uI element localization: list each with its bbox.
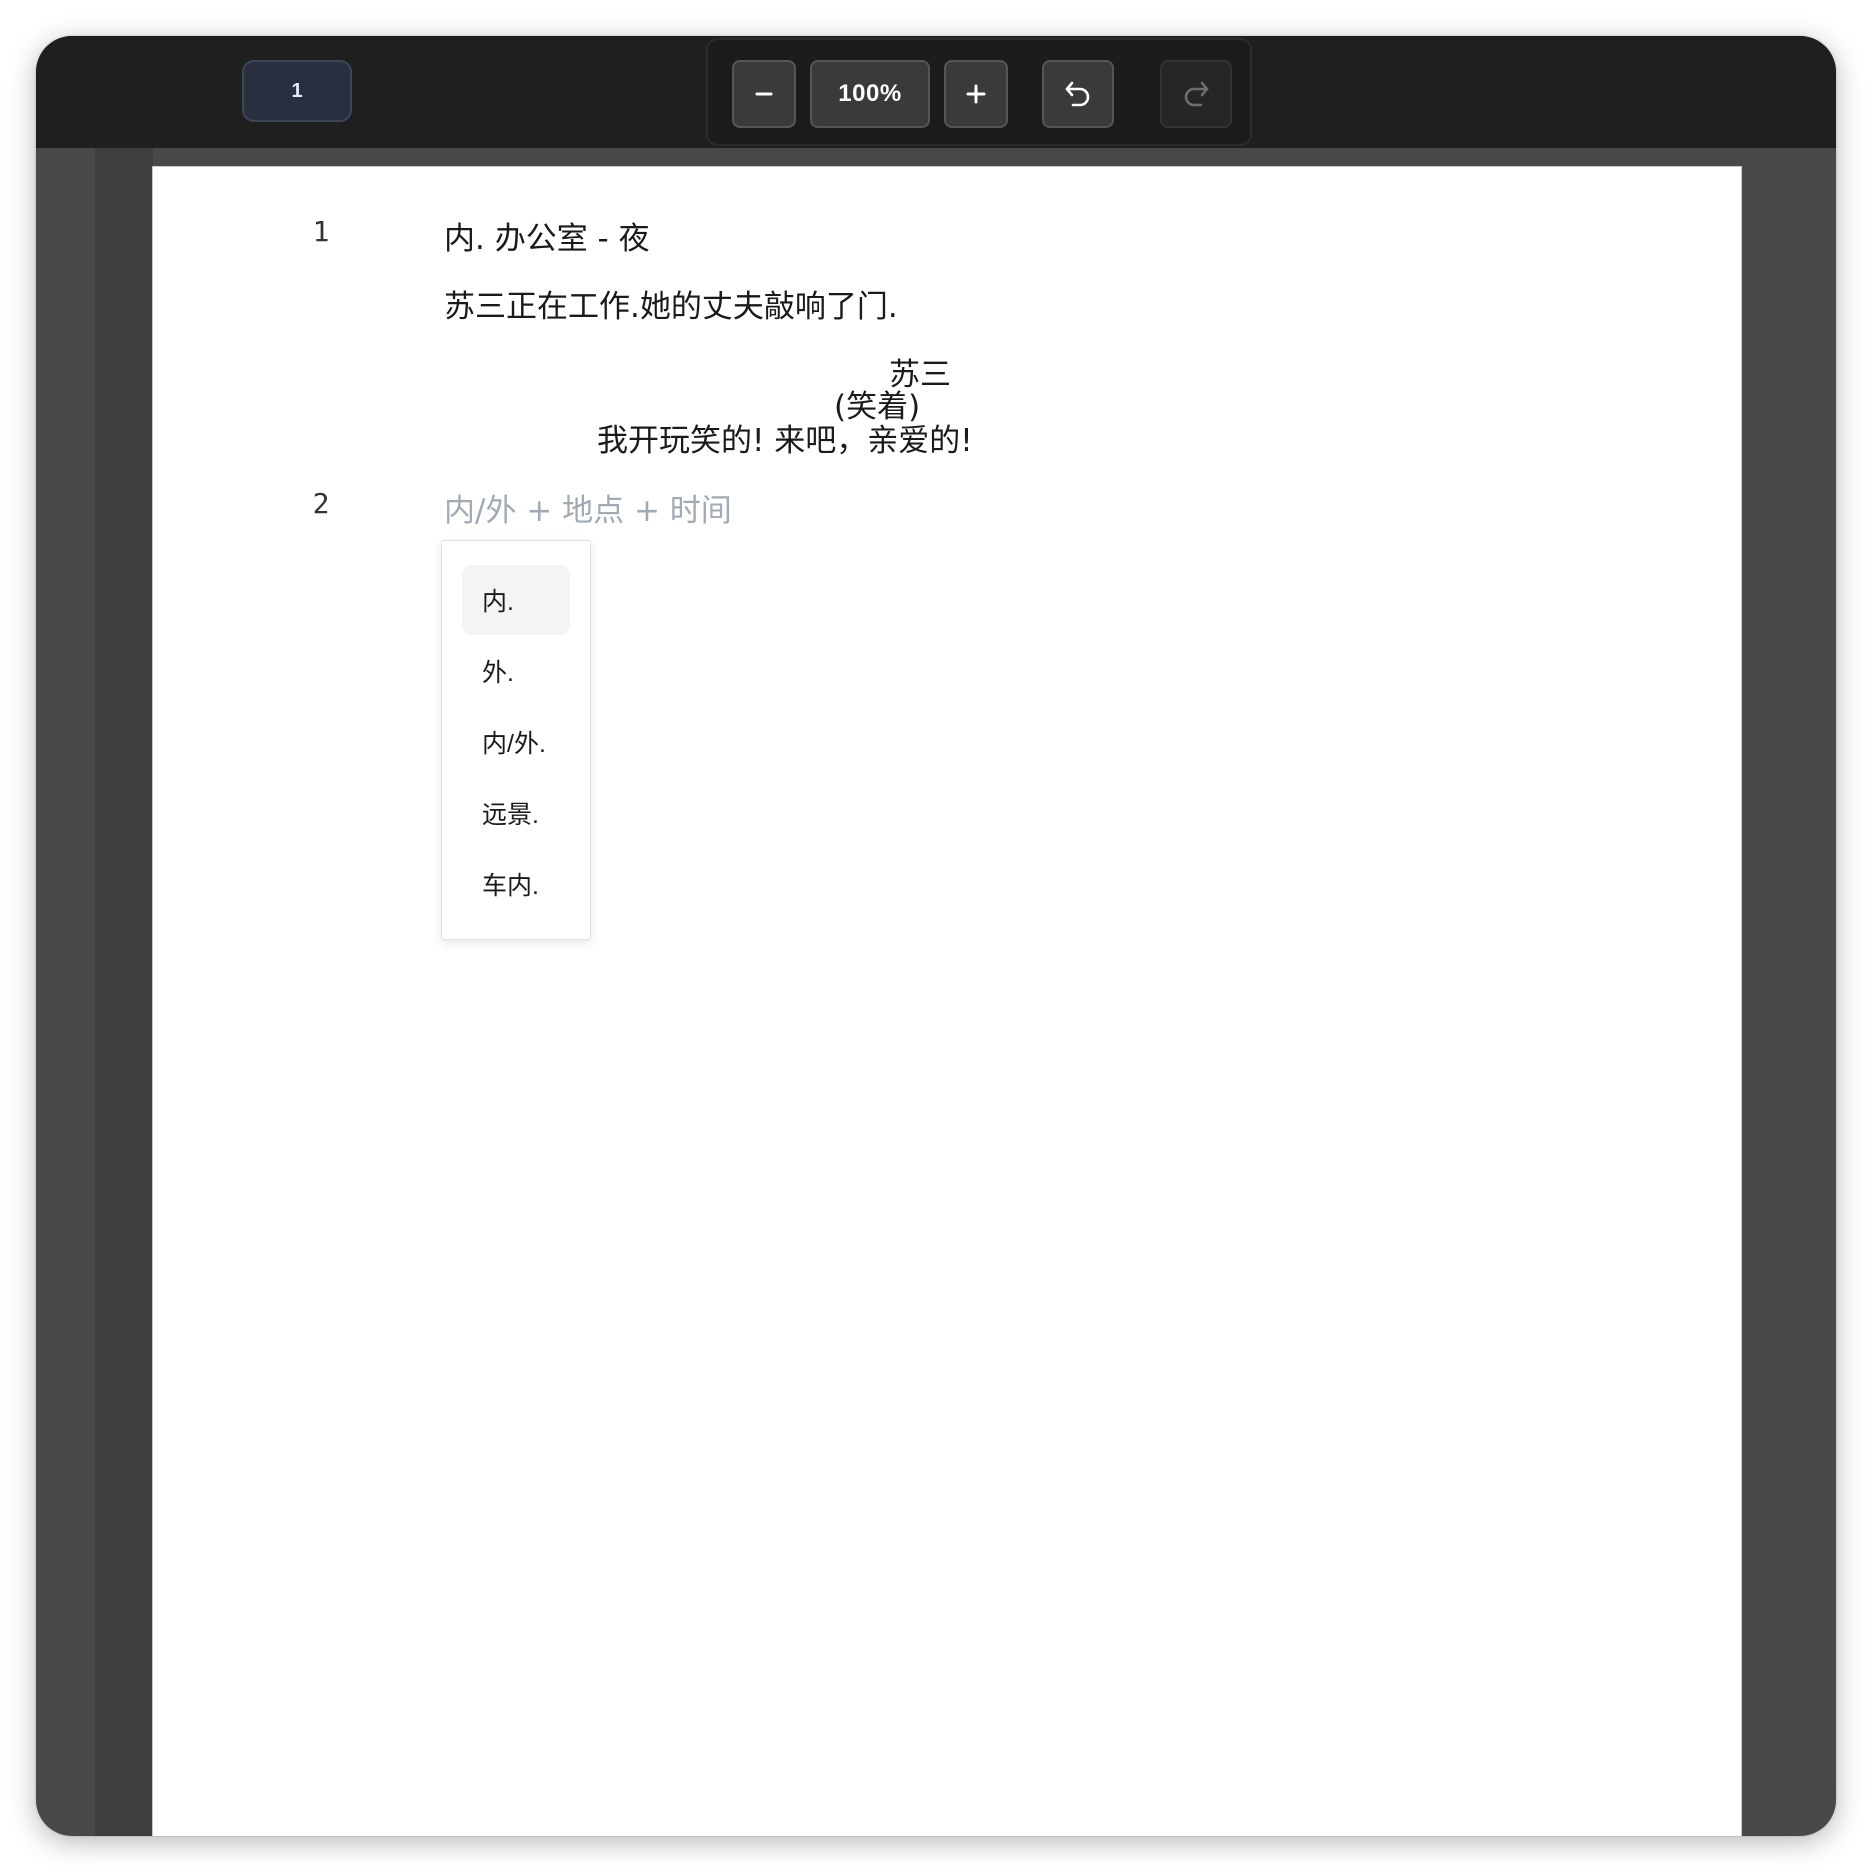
- toolbar: 1 100%: [36, 36, 1836, 148]
- dropdown-item[interactable]: 远景.: [462, 778, 570, 848]
- scene-heading-placeholder[interactable]: 内/外 + 地点 + 时间: [444, 485, 732, 530]
- editor-window: 1 100% 1 内. 办公室 - 夜 苏三正在工作.她的丈夫敲响了门. 苏三 …: [36, 36, 1836, 1836]
- zoom-history-group: 100%: [706, 38, 1252, 146]
- dropdown-item[interactable]: 内/外.: [462, 707, 570, 777]
- scene-number: 1: [312, 215, 330, 248]
- zoom-out-button[interactable]: [732, 60, 796, 128]
- canvas-gutter: [95, 148, 153, 1836]
- script-page[interactable]: 1 内. 办公室 - 夜 苏三正在工作.她的丈夫敲响了门. 苏三 (笑着) 我开…: [152, 166, 1742, 1836]
- page-number-indicator[interactable]: 1: [242, 60, 352, 122]
- redo-icon: [1180, 78, 1212, 110]
- minus-icon: [754, 84, 774, 104]
- redo-button[interactable]: [1160, 60, 1232, 128]
- scene-heading[interactable]: 内. 办公室 - 夜: [444, 213, 650, 258]
- dialogue-line[interactable]: 我开玩笑的! 来吧，亲爱的!: [597, 415, 973, 460]
- action-line[interactable]: 苏三正在工作.她的丈夫敲响了门.: [444, 281, 898, 326]
- dropdown-item[interactable]: 外.: [462, 636, 570, 706]
- zoom-level-display[interactable]: 100%: [810, 60, 930, 128]
- undo-icon: [1062, 78, 1094, 110]
- scene-number: 2: [312, 487, 330, 520]
- plus-icon: [965, 83, 987, 105]
- dropdown-item[interactable]: 内.: [462, 565, 570, 635]
- undo-button[interactable]: [1042, 60, 1114, 128]
- dropdown-item[interactable]: 车内.: [462, 849, 570, 919]
- zoom-in-button[interactable]: [944, 60, 1008, 128]
- scene-prefix-dropdown: 内. 外. 内/外. 远景. 车内.: [441, 540, 591, 940]
